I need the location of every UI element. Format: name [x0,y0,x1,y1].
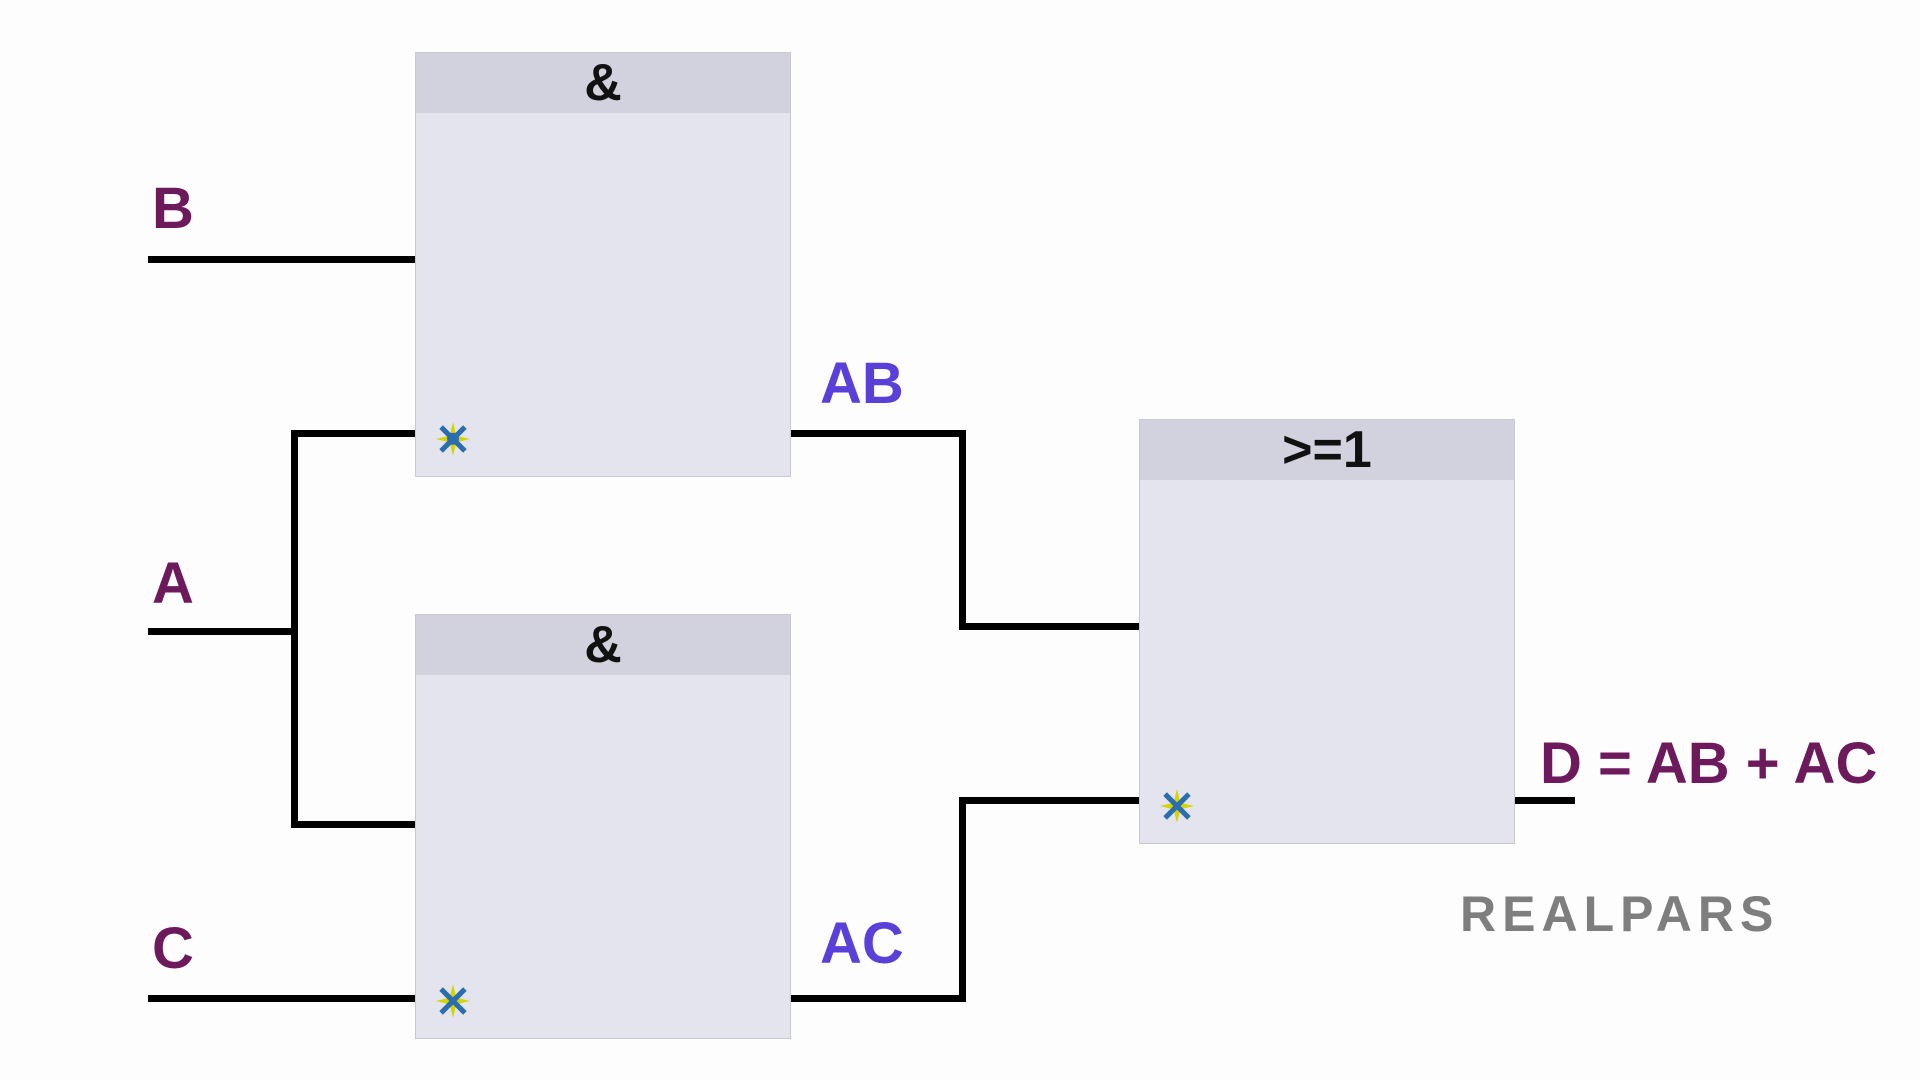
and-gate-2: & [415,614,791,1039]
wire-b-to-and1 [148,256,415,263]
or-gate: >=1 [1139,419,1515,844]
input-label-c: C [152,915,194,982]
wire-ab-v [959,430,966,630]
expand-icon [436,422,470,456]
and-gate-1: & [415,52,791,477]
input-label-a: A [152,550,194,617]
wire-a-to-and1 [291,430,415,437]
wire-ac-v [959,797,966,1002]
wire-ab-h1 [791,430,966,437]
and-gate-1-header: & [416,53,790,113]
wire-c-to-and2 [148,995,415,1002]
brand-logo: REALPARS [1460,885,1779,943]
wire-ac-h1 [791,995,966,1002]
wire-ac-h2 [959,797,1139,804]
signal-label-ac: AC [820,910,904,977]
wire-or-out [1515,797,1575,804]
wire-ab-h2 [959,623,1139,630]
input-label-b: B [152,175,194,242]
wire-a-stub [148,628,298,635]
output-label-d: D = AB + AC [1540,730,1877,797]
fbd-canvas: & & >=1 B A C AB AC D = AB + AC [0,0,1920,1080]
expand-icon [1160,789,1194,823]
signal-label-ab: AB [820,350,904,417]
wire-a-to-and2 [291,821,415,828]
or-gate-header: >=1 [1140,420,1514,480]
and-gate-2-header: & [416,615,790,675]
expand-icon [436,984,470,1018]
wire-a-vertical [291,430,298,828]
